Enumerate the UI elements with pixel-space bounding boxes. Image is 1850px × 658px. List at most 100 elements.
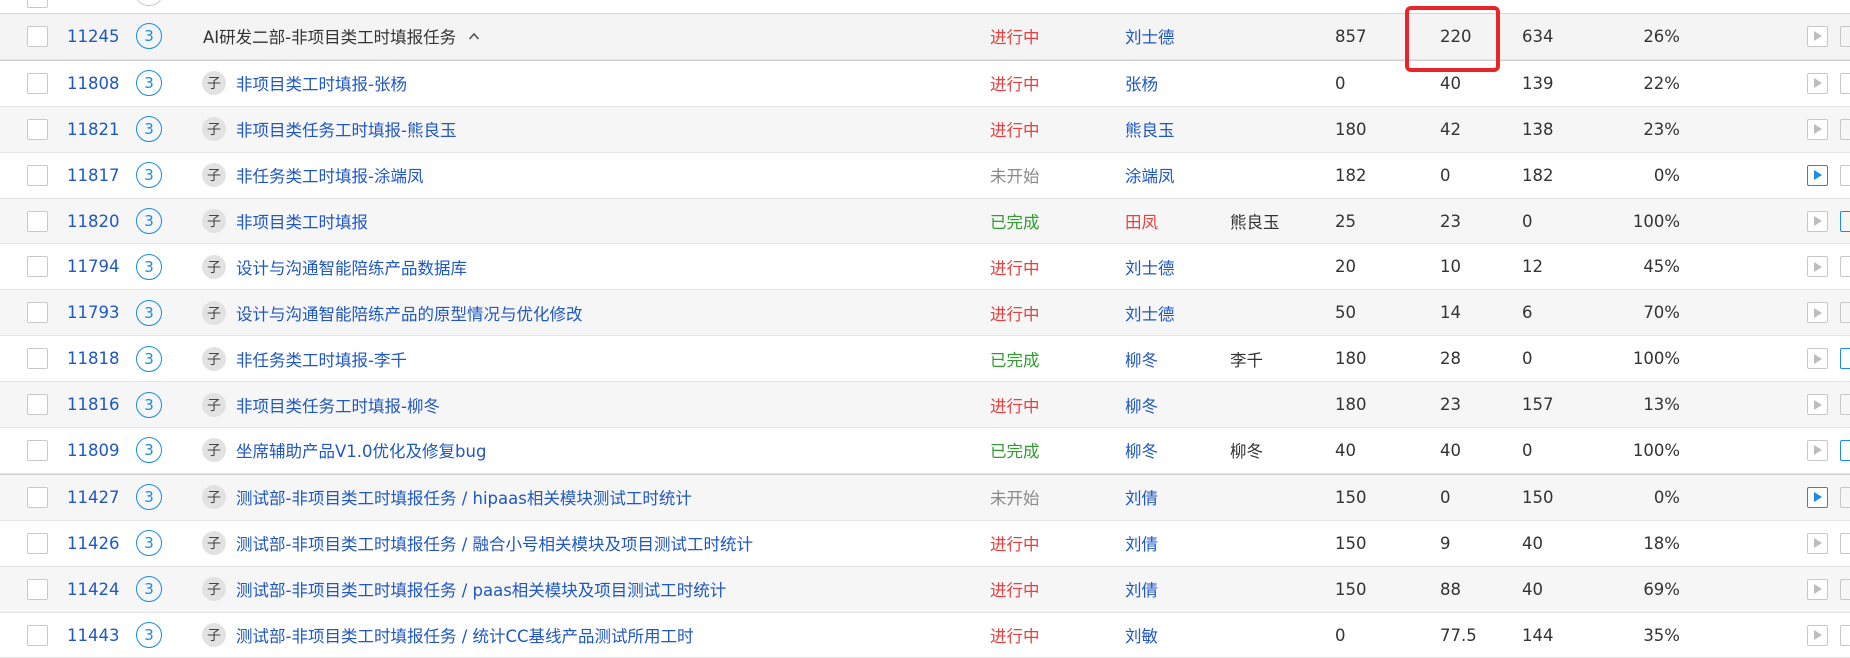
row-checkbox[interactable] xyxy=(27,164,48,186)
owner-name[interactable]: 刘倩 xyxy=(1125,475,1158,520)
start-task-button[interactable] xyxy=(1807,578,1828,600)
task-title-link[interactable]: 坐席辅助产品V1.0优化及修复bug xyxy=(236,438,486,462)
next-action-button[interactable] xyxy=(1840,210,1850,232)
next-action-button[interactable] xyxy=(1840,394,1850,416)
row-checkbox[interactable] xyxy=(27,624,48,646)
task-title-link[interactable]: 非项目类工时填报-张杨 xyxy=(236,71,407,95)
owner-name[interactable]: 刘士德 xyxy=(1125,14,1175,59)
start-task-button[interactable] xyxy=(1807,439,1828,461)
task-id-link[interactable]: 11820 xyxy=(67,199,120,244)
owner-name[interactable]: 刘倩 xyxy=(1125,567,1158,612)
owner-name[interactable]: 涂端凤 xyxy=(1125,153,1175,198)
start-task-button[interactable] xyxy=(1807,25,1828,47)
task-id-link[interactable]: 11816 xyxy=(67,382,120,427)
table-row[interactable]: 11245 3 AI研发二部-非项目类工时填报任务 进行中 刘士德 857 22… xyxy=(0,14,1850,60)
owner-name[interactable]: 柳冬 xyxy=(1125,336,1158,381)
start-task-button[interactable] xyxy=(1807,486,1828,508)
row-checkbox[interactable] xyxy=(27,210,48,232)
row-checkbox[interactable] xyxy=(27,439,48,461)
table-row[interactable]: 11426 3 子 测试部-非项目类工时填报任务 / 融合小号相关模块及项目测试… xyxy=(0,521,1850,567)
row-checkbox[interactable] xyxy=(27,532,48,554)
task-id-link[interactable]: 11821 xyxy=(67,107,120,152)
table-row[interactable]: 11818 3 子 非任务类工时填报-李千 已完成 柳冬 李千 180 28 0… xyxy=(0,336,1850,383)
task-id-link[interactable]: 11794 xyxy=(67,244,120,289)
row-checkbox[interactable] xyxy=(27,394,48,416)
task-title-link[interactable]: 非项目类任务工时填报-熊良玉 xyxy=(236,117,456,141)
task-title-link[interactable]: 测试部-非项目类工时填报任务 / paas相关模块及项目测试工时统计 xyxy=(236,577,726,601)
start-task-button[interactable] xyxy=(1807,256,1828,278)
next-action-button[interactable] xyxy=(1840,578,1850,600)
start-task-button[interactable] xyxy=(1807,302,1828,324)
table-row[interactable]: 11817 3 子 非任务类工时填报-涂端凤 未开始 涂端凤 182 0 182… xyxy=(0,153,1850,199)
task-title-link[interactable]: 非项目类工时填报 xyxy=(236,209,368,233)
table-row[interactable]: 11794 3 子 设计与沟通智能陪练产品数据库 进行中 刘士德 20 10 1… xyxy=(0,244,1850,291)
table-row[interactable]: 11821 3 子 非项目类任务工时填报-熊良玉 进行中 熊良玉 180 42 … xyxy=(0,106,1850,153)
task-id-link[interactable]: 11427 xyxy=(67,475,120,520)
owner-name[interactable]: 柳冬 xyxy=(1125,428,1158,473)
task-id-link[interactable]: 11808 xyxy=(67,61,120,106)
row-checkbox[interactable] xyxy=(27,302,48,324)
next-action-button[interactable] xyxy=(1840,439,1850,461)
task-id-link[interactable]: 11793 xyxy=(67,290,120,335)
task-id-link[interactable]: 11818 xyxy=(67,336,120,381)
task-id-link[interactable]: 11245 xyxy=(67,14,120,59)
owner-name[interactable]: 张杨 xyxy=(1125,61,1158,106)
next-action-button[interactable] xyxy=(1840,118,1850,140)
table-row[interactable]: 11820 3 子 非项目类工时填报 已完成 田凤 熊良玉 25 23 0 10… xyxy=(0,198,1850,245)
start-task-button[interactable] xyxy=(1807,532,1828,554)
start-task-button[interactable] xyxy=(1807,164,1828,186)
owner-name[interactable]: 刘敏 xyxy=(1125,613,1158,658)
row-checkbox[interactable] xyxy=(27,118,48,140)
start-task-button[interactable] xyxy=(1807,210,1828,232)
start-task-button[interactable] xyxy=(1807,624,1828,646)
next-action-button[interactable] xyxy=(1840,532,1850,554)
chevron-up-icon[interactable] xyxy=(468,31,480,41)
task-title-link[interactable]: 非任务类工时填报-李千 xyxy=(236,347,407,371)
row-checkbox[interactable] xyxy=(27,578,48,600)
next-action-button[interactable] xyxy=(1840,624,1850,646)
task-title-link[interactable]: 非任务类工时填报-涂端凤 xyxy=(236,163,423,187)
next-action-button[interactable] xyxy=(1840,164,1850,186)
task-id-link[interactable]: 11424 xyxy=(67,567,120,612)
task-id-link[interactable]: 11817 xyxy=(67,153,120,198)
start-task-button[interactable] xyxy=(1807,72,1828,94)
task-title-link[interactable]: 设计与沟通智能陪练产品数据库 xyxy=(236,255,467,279)
next-action-button[interactable] xyxy=(1840,256,1850,278)
task-title-link[interactable]: 非项目类任务工时填报-柳冬 xyxy=(236,393,440,417)
task-title-link[interactable]: 测试部-非项目类工时填报任务 / 统计CC基线产品测试所用工时 xyxy=(236,623,694,647)
row-checkbox[interactable] xyxy=(27,486,48,508)
next-action-button[interactable] xyxy=(1840,348,1850,370)
next-action-button[interactable] xyxy=(1840,486,1850,508)
table-row[interactable]: 11427 3 子 测试部-非项目类工时填报任务 / hipaas相关模块测试工… xyxy=(0,473,1850,521)
table-row[interactable]: 11424 3 子 测试部-非项目类工时填报任务 / paas相关模块及项目测试… xyxy=(0,566,1850,613)
table-row[interactable]: 11816 3 子 非项目类任务工时填报-柳冬 进行中 柳冬 180 23 15… xyxy=(0,382,1850,429)
table-row[interactable]: 11793 3 子 设计与沟通智能陪练产品的原型情况与优化修改 进行中 刘士德 … xyxy=(0,290,1850,337)
table-row[interactable]: 11443 3 子 测试部-非项目类工时填报任务 / 统计CC基线产品测试所用工… xyxy=(0,613,1850,658)
row-checkbox[interactable] xyxy=(27,0,48,8)
task-id-link[interactable]: 11809 xyxy=(67,428,120,473)
table-row[interactable]: 11808 3 子 非项目类工时填报-张杨 进行中 张杨 0 40 139 22… xyxy=(0,59,1850,107)
owner-name[interactable]: 熊良玉 xyxy=(1125,107,1175,152)
row-checkbox[interactable] xyxy=(27,25,48,47)
task-title-link[interactable]: 设计与沟通智能陪练产品的原型情况与优化修改 xyxy=(236,301,583,325)
start-task-button[interactable] xyxy=(1807,394,1828,416)
owner-name[interactable]: 刘士德 xyxy=(1125,244,1175,289)
owner-name[interactable]: 刘倩 xyxy=(1125,521,1158,566)
row-checkbox[interactable] xyxy=(27,256,48,278)
start-task-button[interactable] xyxy=(1807,118,1828,140)
owner-name[interactable]: 刘士德 xyxy=(1125,290,1175,335)
task-title-link[interactable]: 测试部-非项目类工时填报任务 / 融合小号相关模块及项目测试工时统计 xyxy=(236,531,753,555)
owner-name[interactable]: 柳冬 xyxy=(1125,382,1158,427)
row-checkbox[interactable] xyxy=(27,72,48,94)
row-checkbox[interactable] xyxy=(27,348,48,370)
task-title-link[interactable]: 测试部-非项目类工时填报任务 / hipaas相关模块测试工时统计 xyxy=(236,485,692,509)
table-row[interactable]: 11809 3 子 坐席辅助产品V1.0优化及修复bug 已完成 柳冬 柳冬 4… xyxy=(0,428,1850,474)
start-task-button[interactable] xyxy=(1807,348,1828,370)
next-action-button[interactable] xyxy=(1840,25,1850,47)
next-action-button[interactable] xyxy=(1840,72,1850,94)
task-id-link[interactable]: 11426 xyxy=(67,521,120,566)
owner-name[interactable]: 田凤 xyxy=(1125,199,1158,244)
next-action-button[interactable] xyxy=(1840,302,1850,324)
task-id-link[interactable]: 11443 xyxy=(67,613,120,658)
task-title-link[interactable]: AI研发二部-非项目类工时填报任务 xyxy=(203,24,456,48)
